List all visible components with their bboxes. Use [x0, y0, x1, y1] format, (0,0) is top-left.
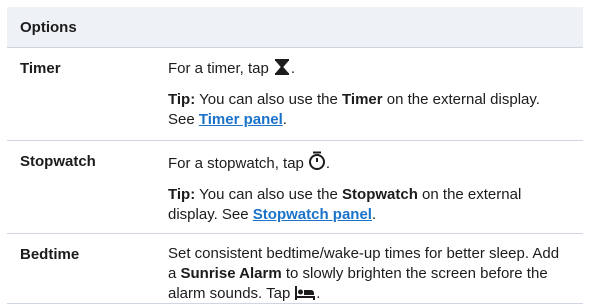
options-table: Options Timer For a timer, tap. Tip: You… — [7, 7, 583, 304]
bed-icon — [294, 285, 316, 307]
option-description: Set consistent bedtime/wake-up times for… — [168, 234, 583, 303]
description-text: For a stopwatch, tap — [168, 155, 304, 172]
header-title: Options — [20, 18, 77, 36]
option-description: For a stopwatch, tap. Tip: You can also … — [168, 141, 583, 233]
stopwatch-icon — [308, 151, 326, 177]
sunrise-alarm-label: Sunrise Alarm — [180, 265, 282, 282]
option-name: Bedtime — [20, 246, 80, 263]
table-header: Options — [7, 7, 583, 48]
option-description: For a timer, tap. Tip: You can also use … — [168, 58, 540, 128]
hourglass-icon — [273, 58, 291, 82]
tip-label: Tip: — [168, 91, 196, 108]
stopwatch-panel-link[interactable]: Stopwatch panel — [253, 206, 372, 223]
table-row-bedtime: Bedtime Set consistent bedtime/wake-up t… — [7, 234, 583, 304]
option-name: Stopwatch — [20, 153, 96, 170]
table-row-timer: Timer For a timer, tap. Tip: You can als… — [7, 48, 583, 141]
table-row-stopwatch: Stopwatch For a stopwatch, tap. Tip: You… — [7, 141, 583, 234]
tip-label: Tip: — [168, 186, 196, 203]
timer-panel-link[interactable]: Timer panel — [199, 111, 283, 128]
description-text: For a timer, tap — [168, 60, 269, 77]
option-name: Timer — [20, 60, 61, 77]
